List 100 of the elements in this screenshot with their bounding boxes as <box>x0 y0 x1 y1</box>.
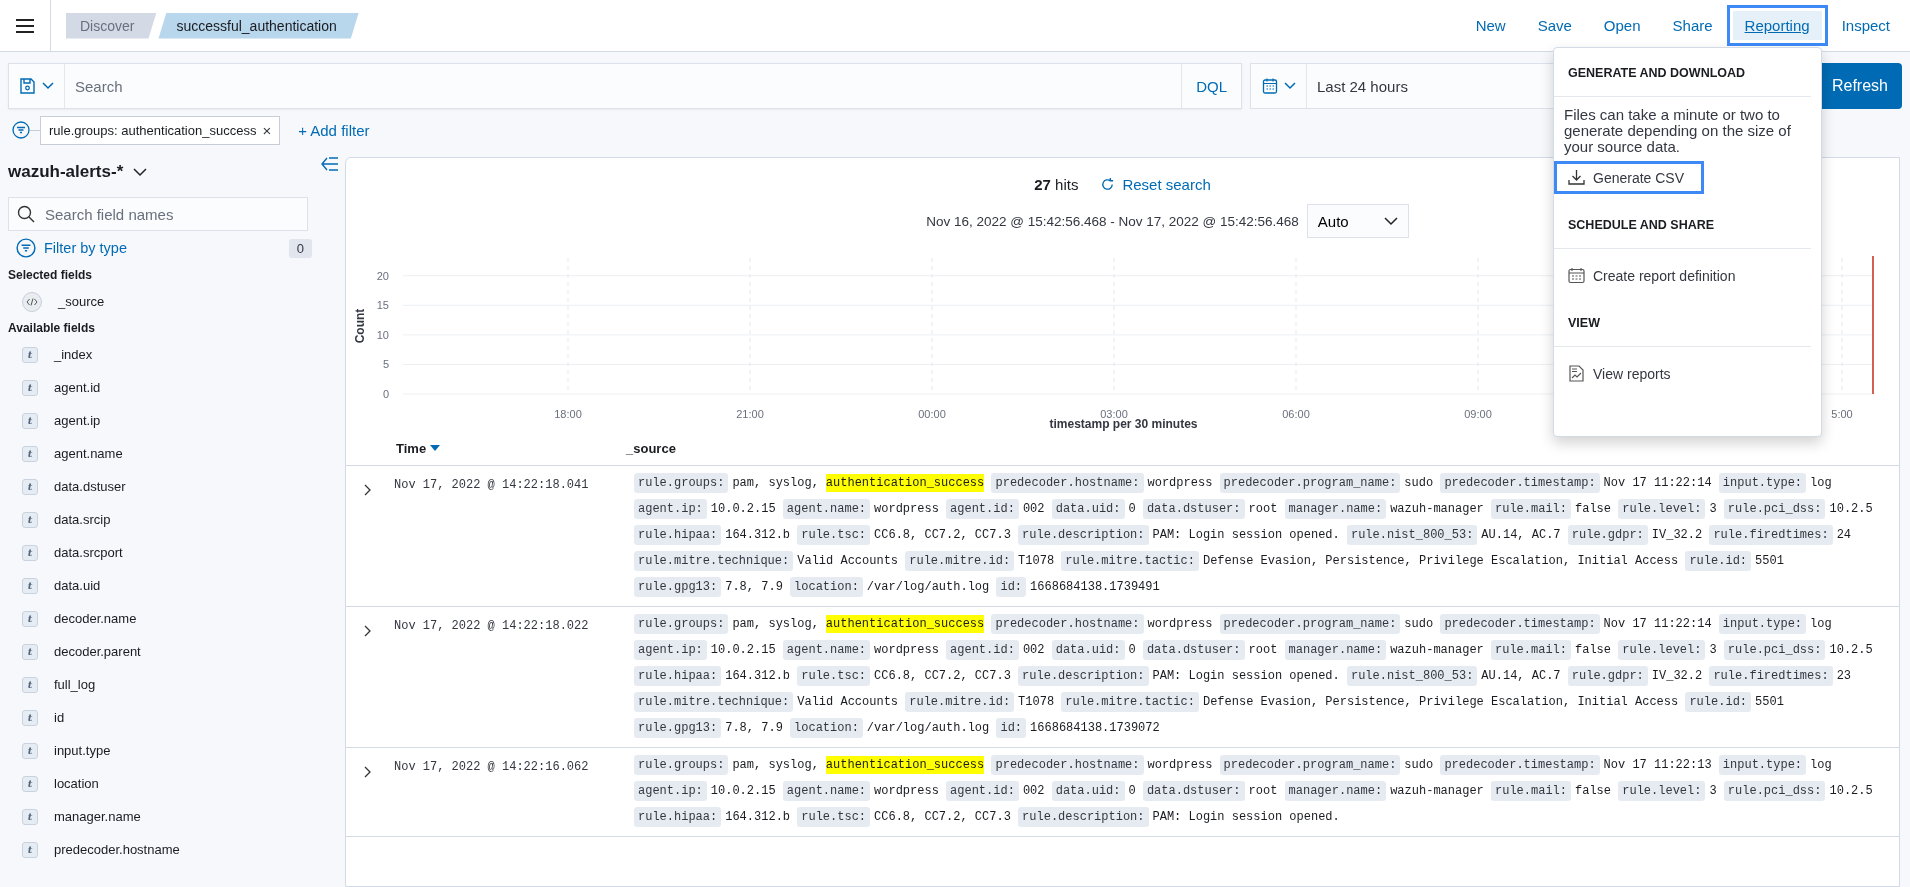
field-key: agent.id: <box>946 499 1019 519</box>
download-icon <box>1568 169 1585 186</box>
index-pattern-dropdown[interactable]: wazuh-alerts-* <box>8 162 148 182</box>
filter-by-type-link[interactable]: Filter by type <box>44 240 127 256</box>
field-key: rule.groups: <box>634 755 729 775</box>
string-type-icon: t <box>22 610 38 627</box>
field-name[interactable]: agent.ip <box>54 413 101 428</box>
column-header[interactable]: _source <box>626 440 676 456</box>
field-name[interactable]: agent.name <box>54 446 123 461</box>
field-value: 1668684138.1739072 <box>1030 721 1160 735</box>
field-value: 24 <box>1836 528 1852 542</box>
field-value: 164.312.b <box>725 528 791 542</box>
x-tick-label: 06:00 <box>1282 408 1310 418</box>
field-key: rule.hipaa: <box>634 525 722 545</box>
expand-row-icon[interactable] <box>364 484 372 496</box>
nav-link[interactable]: Open <box>1591 11 1653 40</box>
field-name[interactable]: input.type <box>54 743 111 758</box>
field-value: false <box>1575 502 1612 516</box>
nav-link[interactable]: Share <box>1660 11 1725 40</box>
floppy-disk-icon <box>19 77 36 95</box>
field-value: /var/log/auth.log <box>866 580 990 594</box>
field-value: Valid Accounts <box>797 695 899 709</box>
field-key: input.type: <box>1718 473 1807 493</box>
interval-dropdown[interactable]: Auto <box>1306 204 1409 238</box>
field-key: agent.name: <box>782 781 871 801</box>
expand-row-icon[interactable] <box>364 625 372 637</box>
menu-item[interactable]: View reports <box>1554 357 1677 390</box>
column-header[interactable]: Time <box>346 440 626 456</box>
field-search-input[interactable]: Search field names <box>43 204 297 224</box>
field-name[interactable]: manager.name <box>54 809 141 824</box>
field-key: manager.name: <box>1284 499 1387 519</box>
string-type-icon: t <box>22 346 38 363</box>
field-key: rule.mitre.id: <box>905 692 1015 712</box>
field-value: 002 <box>1022 784 1045 798</box>
field-key: rule.id: <box>1685 692 1752 712</box>
timestamp-cell-text: Nov 17, 2022 @ 14:22:16.062 <box>394 759 590 776</box>
field-value: 3 <box>1709 784 1717 798</box>
field-key: data.dstuser: <box>1142 640 1245 660</box>
field-name[interactable]: data.srcport <box>54 545 123 560</box>
field-key: predecoder.timestamp: <box>1440 473 1600 493</box>
nav-link[interactable]: Save <box>1525 11 1584 40</box>
field-value: 164.312.b <box>725 810 791 824</box>
field-key: predecoder.timestamp: <box>1440 755 1600 775</box>
filter-icon[interactable] <box>12 121 30 139</box>
highlighted-term: authentication_success <box>825 756 985 774</box>
field-name[interactable]: id <box>54 710 65 725</box>
search-field[interactable]: Search <box>65 64 1182 108</box>
field-key: predecoder.hostname: <box>991 614 1144 634</box>
field-name[interactable]: data.dstuser <box>54 479 126 494</box>
menu-item[interactable]: Create report definition <box>1554 259 1742 292</box>
field-value: wazuh-manager <box>1390 643 1484 657</box>
highlighted-term: authentication_success <box>825 615 985 633</box>
filter-count: 0 <box>288 238 312 258</box>
field-name[interactable]: data.srcip <box>54 512 111 527</box>
field-value: 164.312.b <box>725 669 791 683</box>
field-name[interactable]: decoder.parent <box>54 644 141 659</box>
field-value: 0 <box>1128 784 1136 798</box>
field-name[interactable]: agent.id <box>54 380 101 395</box>
nav-link[interactable]: New <box>1463 11 1518 40</box>
breadcrumb[interactable]: Discover <box>66 12 157 39</box>
menu-item[interactable]: Generate CSV <box>1554 161 1705 194</box>
field-name[interactable]: predecoder.hostname <box>54 842 180 857</box>
field-name[interactable]: _source <box>58 294 105 309</box>
field-value: wordpress <box>874 643 939 657</box>
field-key: rule.mitre.technique: <box>634 551 794 571</box>
field-key: rule.mitre.tactic: <box>1061 551 1199 571</box>
field-value: sudo <box>1404 758 1434 772</box>
x-tick-label: 18:00 <box>554 408 582 418</box>
nav-link[interactable]: Inspect <box>1829 11 1902 40</box>
add-filter-link[interactable]: + Add filter <box>298 121 370 139</box>
breadcrumb[interactable]: successful_authentication <box>158 12 359 39</box>
field-value: IV_32.2 <box>1651 669 1703 683</box>
field-name[interactable]: decoder.name <box>54 611 137 626</box>
sort-icon[interactable] <box>430 445 441 451</box>
query-language-button[interactable]: DQL <box>1181 64 1241 108</box>
field-key: location: <box>790 718 863 738</box>
query-bar[interactable]: Search DQL <box>8 63 1242 109</box>
field-key: rule.hipaa: <box>634 807 722 827</box>
field-name[interactable]: full_log <box>54 677 96 692</box>
string-type-icon: t <box>22 412 38 429</box>
collapse-sidebar-icon[interactable] <box>321 157 339 171</box>
field-value: log <box>1810 476 1832 490</box>
string-type-icon: t <box>22 577 38 594</box>
field-key: predecoder.hostname: <box>991 473 1144 493</box>
field-name[interactable]: data.uid <box>54 578 101 593</box>
field-value: CC6.8, CC7.2, CC7.3 <box>874 528 1011 542</box>
field-value: pam, syslog, <box>732 758 819 772</box>
field-name[interactable]: _index <box>54 347 93 362</box>
field-key: rule.tsc: <box>797 525 871 545</box>
remove-filter-button[interactable]: × <box>262 121 272 139</box>
field-key: agent.name: <box>782 499 871 519</box>
field-key: location: <box>790 577 863 597</box>
reset-search-link[interactable]: Reset search <box>1100 175 1211 193</box>
field-value: 10.2.5 <box>1829 643 1873 657</box>
string-type-icon: t <box>22 742 38 759</box>
field-search-field[interactable]: Search field names <box>8 197 308 231</box>
field-value: wordpress <box>874 502 939 516</box>
expand-row-icon[interactable] <box>364 766 372 778</box>
field-name[interactable]: location <box>54 776 99 791</box>
filter-pill[interactable]: rule.groups: authentication_success × <box>40 115 281 145</box>
